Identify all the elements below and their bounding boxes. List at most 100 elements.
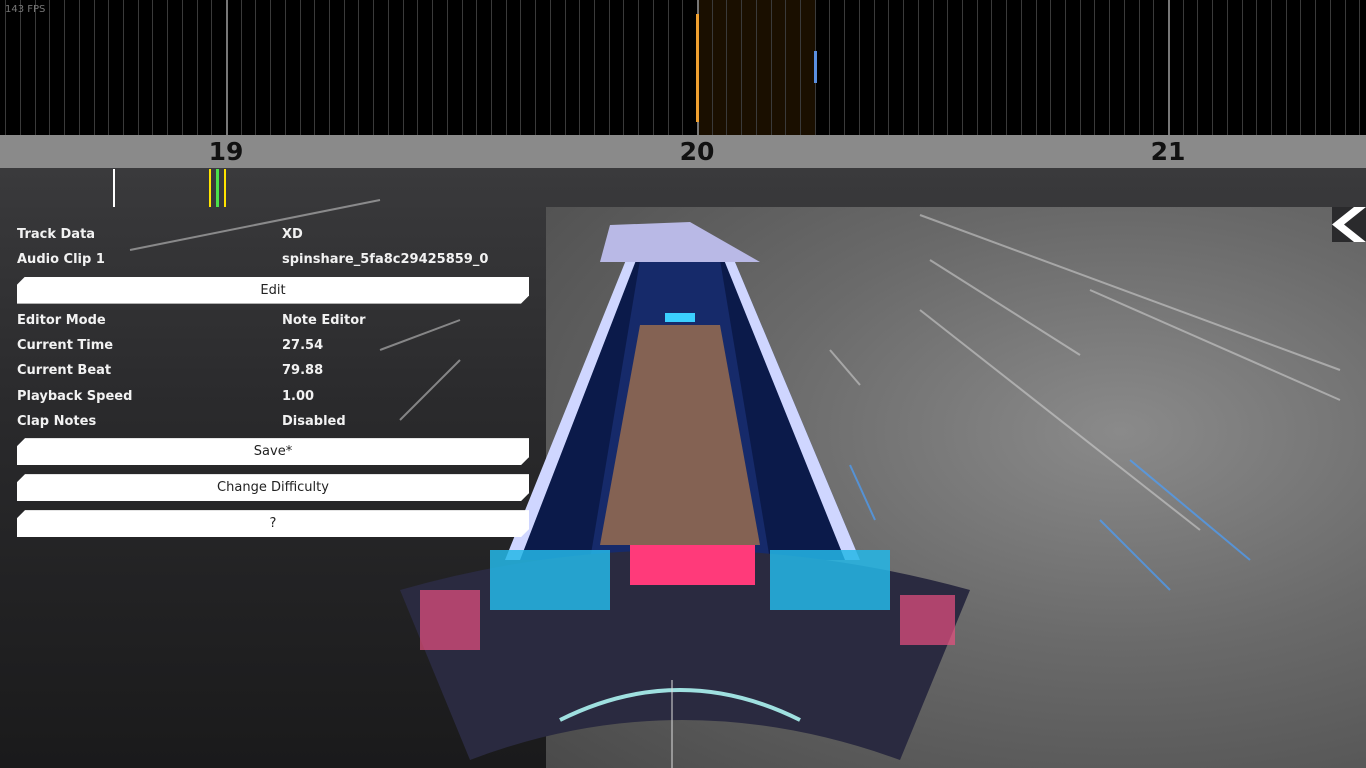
save-button[interactable]: Save*	[17, 438, 529, 465]
subdivision-gridline	[829, 0, 830, 135]
subdivision-gridline	[79, 0, 80, 135]
subdivision-gridline	[844, 0, 845, 135]
subdivision-gridline	[1197, 0, 1198, 135]
subdivision-gridline	[977, 0, 978, 135]
info-row-editor-mode: Editor Mode Note Editor	[17, 308, 529, 333]
label: Clap Notes	[17, 413, 97, 429]
note-marker[interactable]	[814, 51, 817, 83]
timeline[interactable]: 143 FPS	[0, 0, 1366, 135]
value: Note Editor	[282, 312, 366, 328]
subdivision-gridline	[476, 0, 477, 135]
value: spinshare_5fa8c29425859_0	[282, 252, 489, 268]
label: Playback Speed	[17, 388, 133, 404]
subdivision-gridline	[1153, 0, 1154, 135]
note-marker-green	[216, 169, 219, 207]
subdivision-gridline	[20, 0, 21, 135]
subdivision-gridline	[1227, 0, 1228, 135]
subdivision-gridline	[668, 0, 669, 135]
subdivision-gridline	[35, 0, 36, 135]
subdivision-gridline	[1256, 0, 1257, 135]
subdivision-gridline	[991, 0, 992, 135]
beat-label: 21	[1150, 137, 1186, 166]
subdivision-gridline	[344, 0, 345, 135]
subdivision-gridline	[785, 0, 786, 135]
subdivision-gridline	[388, 0, 389, 135]
subdivision-gridline	[1139, 0, 1140, 135]
subdivision-gridline	[373, 0, 374, 135]
subdivision-gridline	[1080, 0, 1081, 135]
value: Disabled	[282, 413, 346, 429]
subdivision-gridline	[1006, 0, 1007, 135]
subdivision-gridline	[609, 0, 610, 135]
label: Track Data	[17, 227, 96, 243]
subdivision-gridline	[623, 0, 624, 135]
subdivision-gridline	[182, 0, 183, 135]
subdivision-gridline	[962, 0, 963, 135]
subdivision-gridline	[1036, 0, 1037, 135]
subdivision-gridline	[1242, 0, 1243, 135]
value: XD	[282, 227, 303, 243]
subdivision-gridline	[152, 0, 153, 135]
subdivision-gridline	[565, 0, 566, 135]
info-row-clap-notes: Clap Notes Disabled	[17, 409, 529, 434]
beat-label: 20	[679, 137, 715, 166]
value: 79.88	[282, 363, 324, 379]
subdivision-gridline	[1330, 0, 1331, 135]
edit-button[interactable]: Edit	[17, 277, 529, 304]
subdivision-gridline	[241, 0, 242, 135]
subdivision-gridline	[506, 0, 507, 135]
editor-panel: Track Data XD Audio Clip 1 spinshare_5fa8c…	[17, 222, 529, 541]
subdivision-gridline	[756, 0, 757, 135]
subdivision-gridline	[859, 0, 860, 135]
beat-ruler[interactable]: 19 20 21	[0, 135, 1366, 168]
info-row-audio-clip: Audio Clip 1 spinshare_5fa8c29425859_0	[17, 247, 529, 272]
subdivision-gridline	[123, 0, 124, 135]
info-row-current-time: Current Time 27.54	[17, 333, 529, 358]
selection-start-marker[interactable]	[696, 14, 699, 122]
subdivision-gridline	[1183, 0, 1184, 135]
subdivision-gridline	[903, 0, 904, 135]
label: Audio Clip 1	[17, 252, 105, 268]
subdivision-gridline	[1300, 0, 1301, 135]
label: Current Time	[17, 338, 114, 354]
subdivision-gridline	[918, 0, 919, 135]
help-button[interactable]: ?	[17, 510, 529, 537]
subdivision-gridline	[550, 0, 551, 135]
subdivision-gridline	[138, 0, 139, 135]
subdivision-gridline	[1359, 0, 1360, 135]
subdivision-gridline	[771, 0, 772, 135]
label: Editor Mode	[17, 312, 106, 328]
subdivision-gridline	[726, 0, 727, 135]
subdivision-gridline	[49, 0, 50, 135]
subdivision-gridline	[682, 0, 683, 135]
subdivision-gridline	[270, 0, 271, 135]
collapse-button[interactable]	[1332, 207, 1366, 242]
subdivision-gridline	[108, 0, 109, 135]
chevron-left-icon	[1332, 207, 1366, 242]
subdivision-gridline	[1124, 0, 1125, 135]
gameplay-preview	[546, 207, 1366, 768]
subdivision-gridline	[888, 0, 889, 135]
subdivision-gridline	[285, 0, 286, 135]
subdivision-gridline	[447, 0, 448, 135]
subdivision-gridline	[638, 0, 639, 135]
label: Current Beat	[17, 363, 112, 379]
value: 27.54	[282, 338, 324, 354]
subdivision-gridline	[94, 0, 95, 135]
beat-label: 19	[208, 137, 244, 166]
subdivision-gridline	[1109, 0, 1110, 135]
subdivision-gridline	[1212, 0, 1213, 135]
subdivision-gridline	[1050, 0, 1051, 135]
subdivision-gridline	[211, 0, 212, 135]
subdivision-gridline	[1286, 0, 1287, 135]
info-row-track-data: Track Data XD	[17, 222, 529, 247]
change-difficulty-button[interactable]: Change Difficulty	[17, 474, 529, 501]
subdivision-gridline	[197, 0, 198, 135]
subdivision-gridline	[255, 0, 256, 135]
subdivision-gridline	[329, 0, 330, 135]
subdivision-gridline	[491, 0, 492, 135]
subdivision-gridline	[579, 0, 580, 135]
subdivision-gridline	[1315, 0, 1316, 135]
subdivision-gridline	[594, 0, 595, 135]
subdivision-gridline	[64, 0, 65, 135]
